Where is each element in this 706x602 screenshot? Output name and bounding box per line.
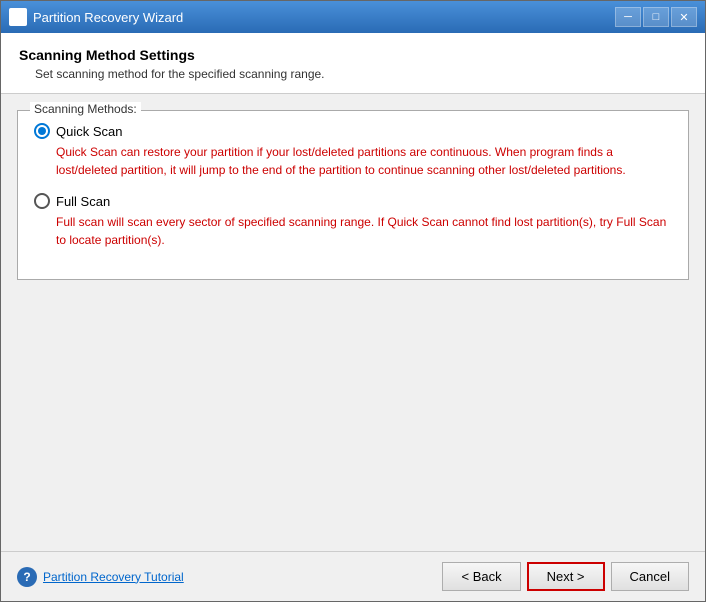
quick-scan-option: Quick Scan Quick Scan can restore your p…	[34, 123, 672, 179]
header-section: Scanning Method Settings Set scanning me…	[1, 33, 705, 94]
full-scan-description: Full scan will scan every sector of spec…	[56, 213, 672, 249]
cancel-button[interactable]: Cancel	[611, 562, 689, 591]
tutorial-link[interactable]: Partition Recovery Tutorial	[43, 570, 184, 584]
titlebar: ⚙ Partition Recovery Wizard ─ □ ✕	[1, 1, 705, 33]
content-area: Scanning Methods: Quick Scan Quick Scan …	[1, 94, 705, 551]
help-icon[interactable]: ?	[17, 567, 37, 587]
next-button[interactable]: Next >	[527, 562, 605, 591]
main-window: ⚙ Partition Recovery Wizard ─ □ ✕ Scanni…	[0, 0, 706, 602]
scanning-methods-group: Scanning Methods: Quick Scan Quick Scan …	[17, 110, 689, 280]
group-legend: Scanning Methods:	[30, 102, 141, 116]
quick-scan-radio[interactable]	[34, 123, 50, 139]
minimize-button[interactable]: ─	[615, 7, 641, 27]
back-button[interactable]: < Back	[442, 562, 520, 591]
close-button[interactable]: ✕	[671, 7, 697, 27]
quick-scan-row[interactable]: Quick Scan	[34, 123, 672, 139]
restore-button[interactable]: □	[643, 7, 669, 27]
full-scan-radio[interactable]	[34, 193, 50, 209]
quick-scan-description: Quick Scan can restore your partition if…	[56, 143, 672, 179]
window-title: Partition Recovery Wizard	[33, 10, 183, 25]
full-scan-row[interactable]: Full Scan	[34, 193, 672, 209]
app-icon: ⚙	[9, 8, 27, 26]
full-scan-label: Full Scan	[56, 194, 110, 209]
footer-section: ? Partition Recovery Tutorial < Back Nex…	[1, 551, 705, 601]
page-subtitle: Set scanning method for the specified sc…	[35, 67, 687, 81]
full-scan-option: Full Scan Full scan will scan every sect…	[34, 193, 672, 249]
titlebar-controls: ─ □ ✕	[615, 7, 697, 27]
quick-scan-label: Quick Scan	[56, 124, 122, 139]
footer-buttons: < Back Next > Cancel	[442, 562, 689, 591]
page-title: Scanning Method Settings	[19, 47, 687, 63]
footer-left: ? Partition Recovery Tutorial	[17, 567, 184, 587]
titlebar-left: ⚙ Partition Recovery Wizard	[9, 8, 183, 26]
